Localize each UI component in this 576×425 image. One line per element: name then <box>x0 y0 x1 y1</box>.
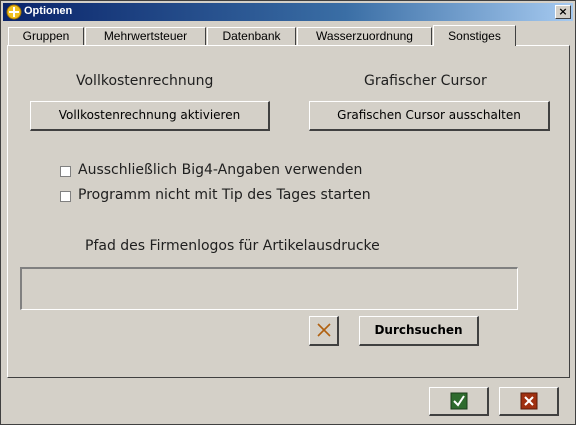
title-bar[interactable]: Optionen × <box>3 3 573 21</box>
tab-label: Gruppen <box>22 29 70 43</box>
tab-sonstiges[interactable]: Sonstiges <box>433 25 516 46</box>
big4-checkbox[interactable] <box>60 166 71 177</box>
app-icon <box>6 4 22 20</box>
vollkosten-activate-button[interactable]: Vollkostenrechnung aktivieren <box>30 101 270 131</box>
options-window: Optionen × Gruppen Mehrwertsteuer Datenb… <box>0 0 576 425</box>
check-icon <box>450 392 467 410</box>
close-icon: × <box>558 5 568 18</box>
tab-wasserzuordnung[interactable]: Wasserzuordnung <box>297 27 432 45</box>
clear-x-icon <box>316 323 331 337</box>
big4-label: Ausschließlich Big4-Angaben verwenden <box>78 162 363 178</box>
button-label: Durchsuchen <box>374 323 463 337</box>
tip-label: Programm nicht mit Tip des Tages starten <box>78 187 371 203</box>
tab-label: Mehrwertsteuer <box>103 29 188 43</box>
logo-path-label: Pfad des Firmenlogos für Artikelausdruck… <box>85 238 380 254</box>
tab-panel-sonstiges <box>7 45 570 378</box>
cursor-toggle-button[interactable]: Grafischen Cursor ausschalten <box>309 101 550 131</box>
tab-gruppen[interactable]: Gruppen <box>8 27 84 45</box>
clear-path-button[interactable] <box>309 316 339 346</box>
window-title: Optionen <box>24 5 73 17</box>
tab-label: Datenbank <box>222 29 281 43</box>
ok-button[interactable] <box>429 387 489 416</box>
cancel-icon <box>520 392 537 410</box>
close-button[interactable]: × <box>555 5 571 19</box>
tab-datenbank[interactable]: Datenbank <box>207 27 296 45</box>
tab-mehrwertsteuer[interactable]: Mehrwertsteuer <box>85 27 206 45</box>
vollkosten-heading: Vollkostenrechnung <box>76 73 214 89</box>
button-label: Vollkostenrechnung aktivieren <box>58 108 241 122</box>
tab-label: Wasserzuordnung <box>316 29 413 43</box>
logo-path-field[interactable] <box>20 267 518 310</box>
tip-checkbox[interactable] <box>60 191 71 202</box>
cancel-button[interactable] <box>499 387 559 416</box>
button-label: Grafischen Cursor ausschalten <box>337 108 521 122</box>
browse-button[interactable]: Durchsuchen <box>359 316 479 346</box>
tab-label: Sonstiges <box>448 29 501 43</box>
cursor-heading: Grafischer Cursor <box>364 73 487 89</box>
